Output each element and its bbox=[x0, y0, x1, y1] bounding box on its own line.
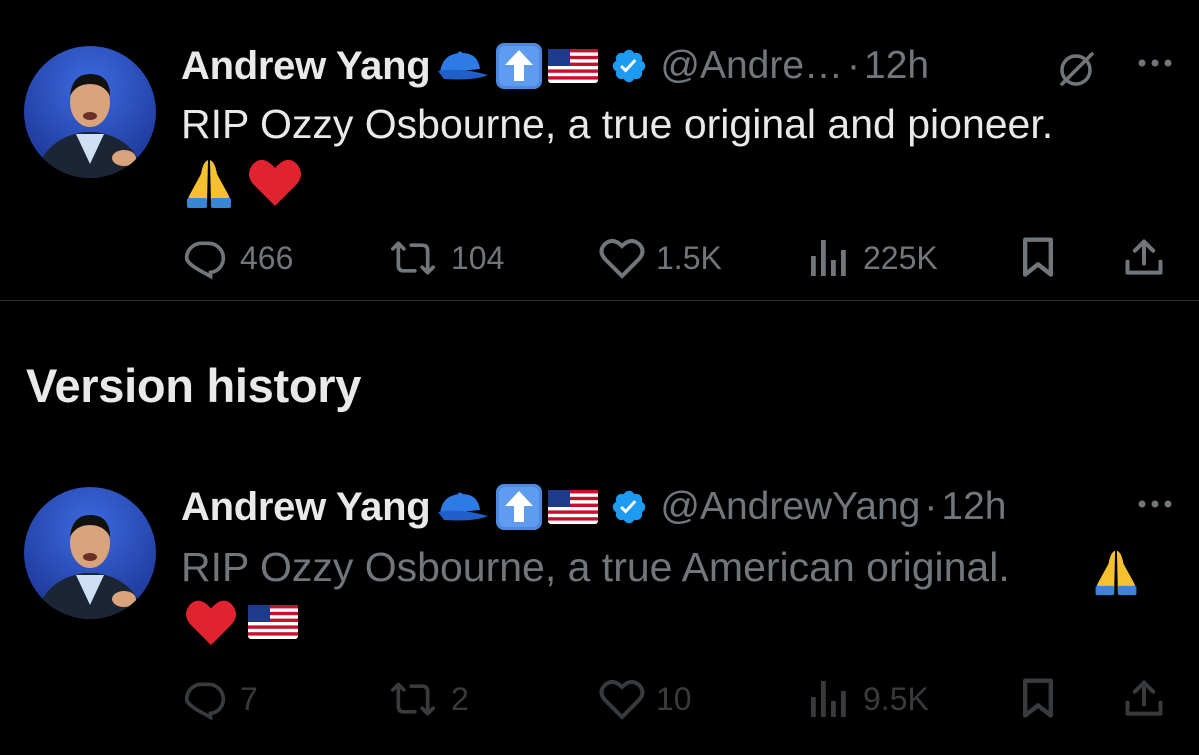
like-button[interactable]: 10 bbox=[598, 677, 692, 721]
repost-icon bbox=[391, 241, 435, 275]
repost-count: 2 bbox=[451, 680, 469, 717]
reply-button[interactable]: 466 bbox=[180, 236, 293, 280]
views-count: 9.5K bbox=[863, 680, 929, 717]
bookmark-button[interactable] bbox=[1018, 236, 1058, 280]
action-bar: 7 2 10 9.5K bbox=[180, 677, 1170, 721]
bookmark-icon bbox=[1022, 237, 1054, 277]
red-heart-icon bbox=[184, 597, 238, 652]
current-post[interactable]: Andrew Yang @Andre… · 12h RIP Ozzy Osbou… bbox=[0, 0, 1199, 300]
separator-dot: · bbox=[924, 485, 938, 528]
more-options-icon[interactable] bbox=[1137, 497, 1173, 515]
timestamp[interactable]: 12h bbox=[864, 44, 929, 88]
bookmark-button[interactable] bbox=[1018, 677, 1058, 721]
post-text: RIP Ozzy Osbourne, a true American origi… bbox=[181, 544, 1010, 590]
more-options-icon[interactable] bbox=[1137, 56, 1173, 74]
heart-icon bbox=[599, 680, 645, 720]
praying-hands-icon bbox=[1088, 545, 1144, 602]
previous-version-post[interactable]: Andrew Yang @AndrewYang · 12h RIP Ozzy O… bbox=[0, 445, 1199, 755]
share-button[interactable] bbox=[1122, 677, 1166, 721]
us-flag-icon bbox=[548, 49, 599, 83]
up-arrow-icon bbox=[494, 41, 544, 91]
version-history-heading: Version history bbox=[26, 359, 362, 412]
like-count: 1.5K bbox=[656, 239, 722, 276]
like-count: 10 bbox=[656, 680, 692, 717]
views-button[interactable]: 9.5K bbox=[805, 677, 929, 721]
separator-dot: · bbox=[847, 44, 861, 87]
red-heart-icon bbox=[247, 156, 303, 213]
reply-count: 466 bbox=[240, 239, 294, 276]
repost-icon bbox=[391, 682, 435, 716]
share-button[interactable] bbox=[1122, 236, 1166, 280]
us-flag-icon bbox=[548, 490, 599, 524]
post-header: Andrew Yang @Andre… · 12h bbox=[181, 38, 929, 94]
blue-cap-icon bbox=[434, 490, 490, 524]
verified-badge-icon[interactable] bbox=[610, 488, 648, 526]
handle[interactable]: @AndrewYang bbox=[660, 485, 920, 529]
verified-badge-icon[interactable] bbox=[610, 47, 648, 85]
post-header: Andrew Yang @AndrewYang · 12h bbox=[181, 479, 1006, 535]
timestamp[interactable]: 12h bbox=[941, 485, 1006, 529]
edited-icon[interactable] bbox=[1054, 48, 1098, 97]
like-button[interactable]: 1.5K bbox=[598, 236, 722, 280]
share-icon bbox=[1125, 680, 1163, 716]
blue-cap-icon bbox=[434, 49, 490, 83]
heart-icon bbox=[599, 239, 645, 279]
avatar[interactable] bbox=[24, 46, 156, 178]
reply-icon bbox=[184, 682, 226, 721]
views-icon bbox=[811, 681, 846, 717]
us-flag-icon bbox=[248, 605, 298, 644]
share-icon bbox=[1125, 239, 1163, 275]
views-count: 225K bbox=[863, 239, 938, 276]
display-name[interactable]: Andrew Yang bbox=[181, 485, 431, 530]
post-emojis bbox=[181, 154, 303, 215]
action-bar: 466 104 1.5K 225K bbox=[180, 236, 1170, 280]
handle[interactable]: @Andre… bbox=[660, 44, 843, 88]
reply-button[interactable]: 7 bbox=[180, 677, 258, 721]
repost-button[interactable]: 104 bbox=[385, 236, 504, 280]
views-icon bbox=[811, 240, 846, 276]
post-emojis bbox=[184, 597, 298, 652]
repost-count: 104 bbox=[451, 239, 505, 276]
up-arrow-icon bbox=[494, 482, 544, 532]
repost-button[interactable]: 2 bbox=[385, 677, 469, 721]
post-text: RIP Ozzy Osbourne, a true original and p… bbox=[181, 101, 1054, 147]
reply-count: 7 bbox=[240, 680, 258, 717]
views-button[interactable]: 225K bbox=[805, 236, 938, 280]
divider bbox=[0, 300, 1199, 301]
avatar[interactable] bbox=[24, 487, 156, 619]
praying-hands-icon bbox=[181, 154, 237, 215]
display-name[interactable]: Andrew Yang bbox=[181, 44, 431, 89]
reply-icon bbox=[184, 241, 226, 280]
bookmark-icon bbox=[1022, 678, 1054, 718]
